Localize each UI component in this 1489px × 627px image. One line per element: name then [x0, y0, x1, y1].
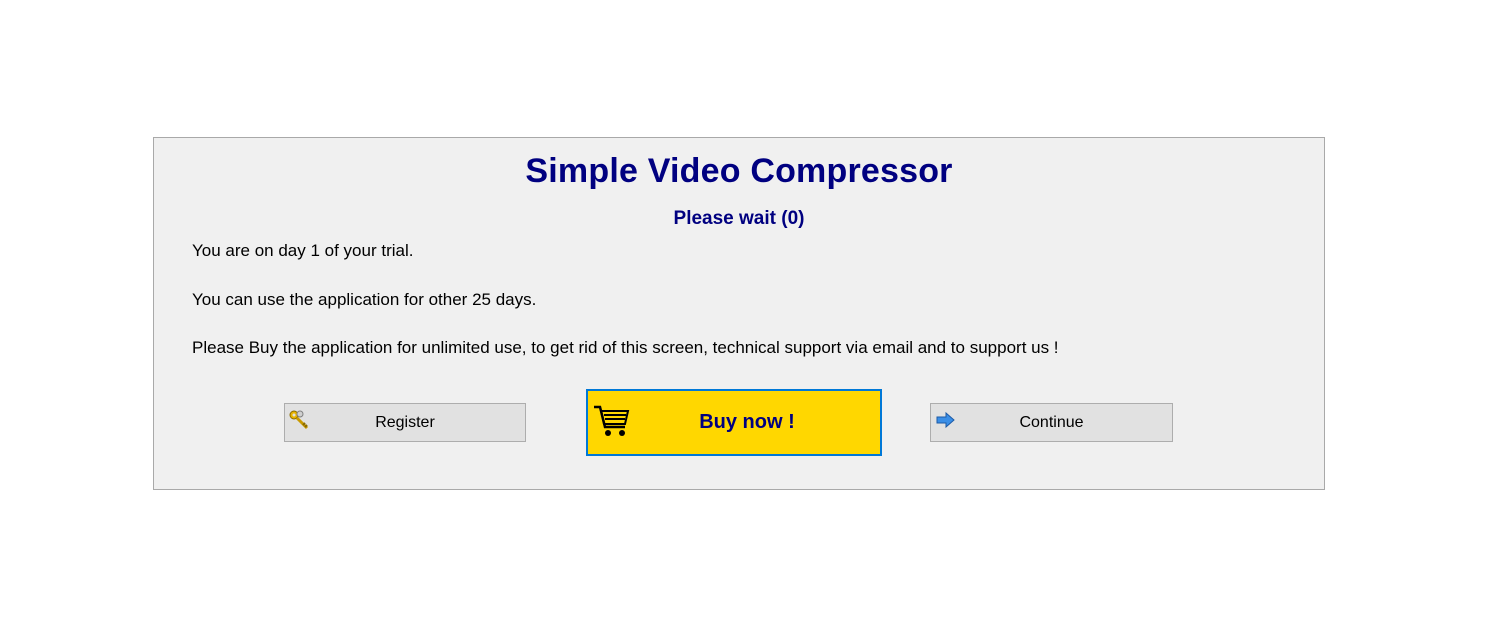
register-button[interactable]: Register	[284, 403, 526, 442]
wait-countdown: Please wait (0)	[673, 208, 805, 229]
trial-dialog: Simple Video Compressor Please wait (0) …	[153, 137, 1325, 490]
remaining-days-message: You can use the application for other 25…	[192, 290, 537, 309]
app-title: Simple Video Compressor	[525, 152, 953, 190]
buy-now-button[interactable]: Buy now !	[586, 389, 882, 456]
buy-prompt-message: Please Buy the application for unlimited…	[192, 338, 1059, 357]
buy-now-label: Buy now !	[699, 411, 795, 433]
continue-button[interactable]: Continue	[930, 403, 1173, 442]
register-label: Register	[375, 414, 435, 431]
continue-label: Continue	[1019, 414, 1084, 431]
trial-day-message: You are on day 1 of your trial.	[192, 241, 414, 260]
